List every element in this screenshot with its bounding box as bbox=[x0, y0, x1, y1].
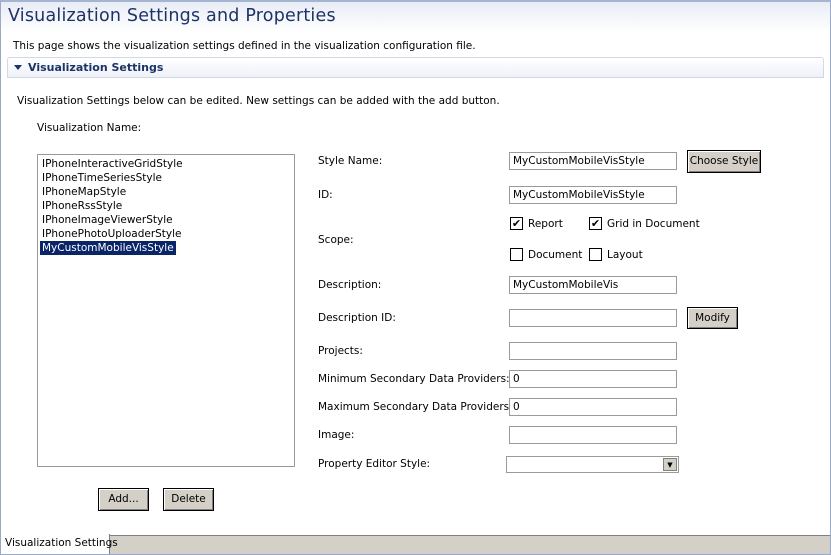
description-input[interactable]: MyCustomMobileVis bbox=[509, 276, 677, 294]
id-label: ID: bbox=[318, 189, 333, 201]
id-input[interactable]: MyCustomMobileVisStyle bbox=[509, 186, 677, 204]
grid-in-document-checkbox-label: Grid in Document bbox=[607, 218, 700, 230]
style-name-input[interactable]: MyCustomMobileVisStyle bbox=[509, 152, 677, 170]
dropdown-arrow-icon[interactable]: ▼ bbox=[663, 458, 677, 471]
report-checkbox-label: Report bbox=[528, 218, 563, 230]
projects-input[interactable] bbox=[509, 342, 677, 360]
section-intro: Visualization Settings below can be edit… bbox=[17, 95, 500, 107]
report-checkbox[interactable]: ✔ bbox=[510, 217, 523, 230]
choose-style-button[interactable]: Choose Style bbox=[687, 150, 761, 173]
list-item-selected[interactable]: MyCustomMobileVisStyle bbox=[39, 240, 177, 256]
property-editor-style-value bbox=[507, 457, 513, 471]
modify-button[interactable]: Modify bbox=[687, 307, 738, 329]
document-checkbox-label: Document bbox=[528, 249, 583, 261]
image-input[interactable] bbox=[509, 426, 677, 444]
description-id-input[interactable] bbox=[509, 309, 677, 327]
page-title: Visualization Settings and Properties bbox=[8, 6, 336, 26]
list-item[interactable]: IPhoneRssStyle bbox=[42, 199, 290, 213]
image-label: Image: bbox=[318, 429, 355, 441]
list-label: Visualization Name: bbox=[37, 122, 142, 134]
bottom-tab-bar bbox=[1, 535, 830, 554]
list-item[interactable]: IPhoneTimeSeriesStyle bbox=[42, 171, 290, 185]
delete-button[interactable]: Delete bbox=[163, 488, 214, 511]
layout-checkbox[interactable] bbox=[589, 248, 602, 261]
max-providers-label: Maximum Secondary Data Providers: bbox=[318, 401, 513, 413]
section-title[interactable]: Visualization Settings bbox=[28, 61, 163, 74]
document-checkbox[interactable] bbox=[510, 248, 523, 261]
page-description: This page shows the visualization settin… bbox=[13, 40, 476, 52]
property-editor-style-label: Property Editor Style: bbox=[318, 458, 431, 470]
style-name-label: Style Name: bbox=[318, 155, 383, 167]
grid-in-document-checkbox[interactable]: ✔ bbox=[589, 217, 602, 230]
property-editor-style-select[interactable]: ▼ bbox=[506, 456, 679, 473]
description-label: Description: bbox=[318, 279, 382, 291]
list-item[interactable]: IPhoneMapStyle bbox=[42, 185, 290, 199]
list-item[interactable]: IPhoneImageViewerStyle bbox=[42, 213, 290, 227]
layout-checkbox-label: Layout bbox=[607, 249, 643, 261]
description-id-label: Description ID: bbox=[318, 312, 396, 324]
tab-visualization-settings[interactable]: Visualization Settings bbox=[1, 534, 118, 554]
scope-label: Scope: bbox=[318, 234, 354, 246]
collapse-triangle-icon[interactable] bbox=[14, 65, 22, 70]
max-providers-input[interactable]: 0 bbox=[509, 398, 677, 416]
list-item[interactable]: IPhoneInteractiveGridStyle bbox=[42, 157, 290, 171]
add-button[interactable]: Add... bbox=[98, 488, 149, 511]
min-providers-label: Minimum Secondary Data Providers: bbox=[318, 373, 510, 385]
min-providers-input[interactable]: 0 bbox=[509, 370, 677, 388]
list-item[interactable]: IPhonePhotoUploaderStyle bbox=[42, 227, 290, 241]
projects-label: Projects: bbox=[318, 345, 363, 357]
visualization-name-list[interactable]: IPhoneInteractiveGridStyle IPhoneTimeSer… bbox=[37, 154, 295, 467]
